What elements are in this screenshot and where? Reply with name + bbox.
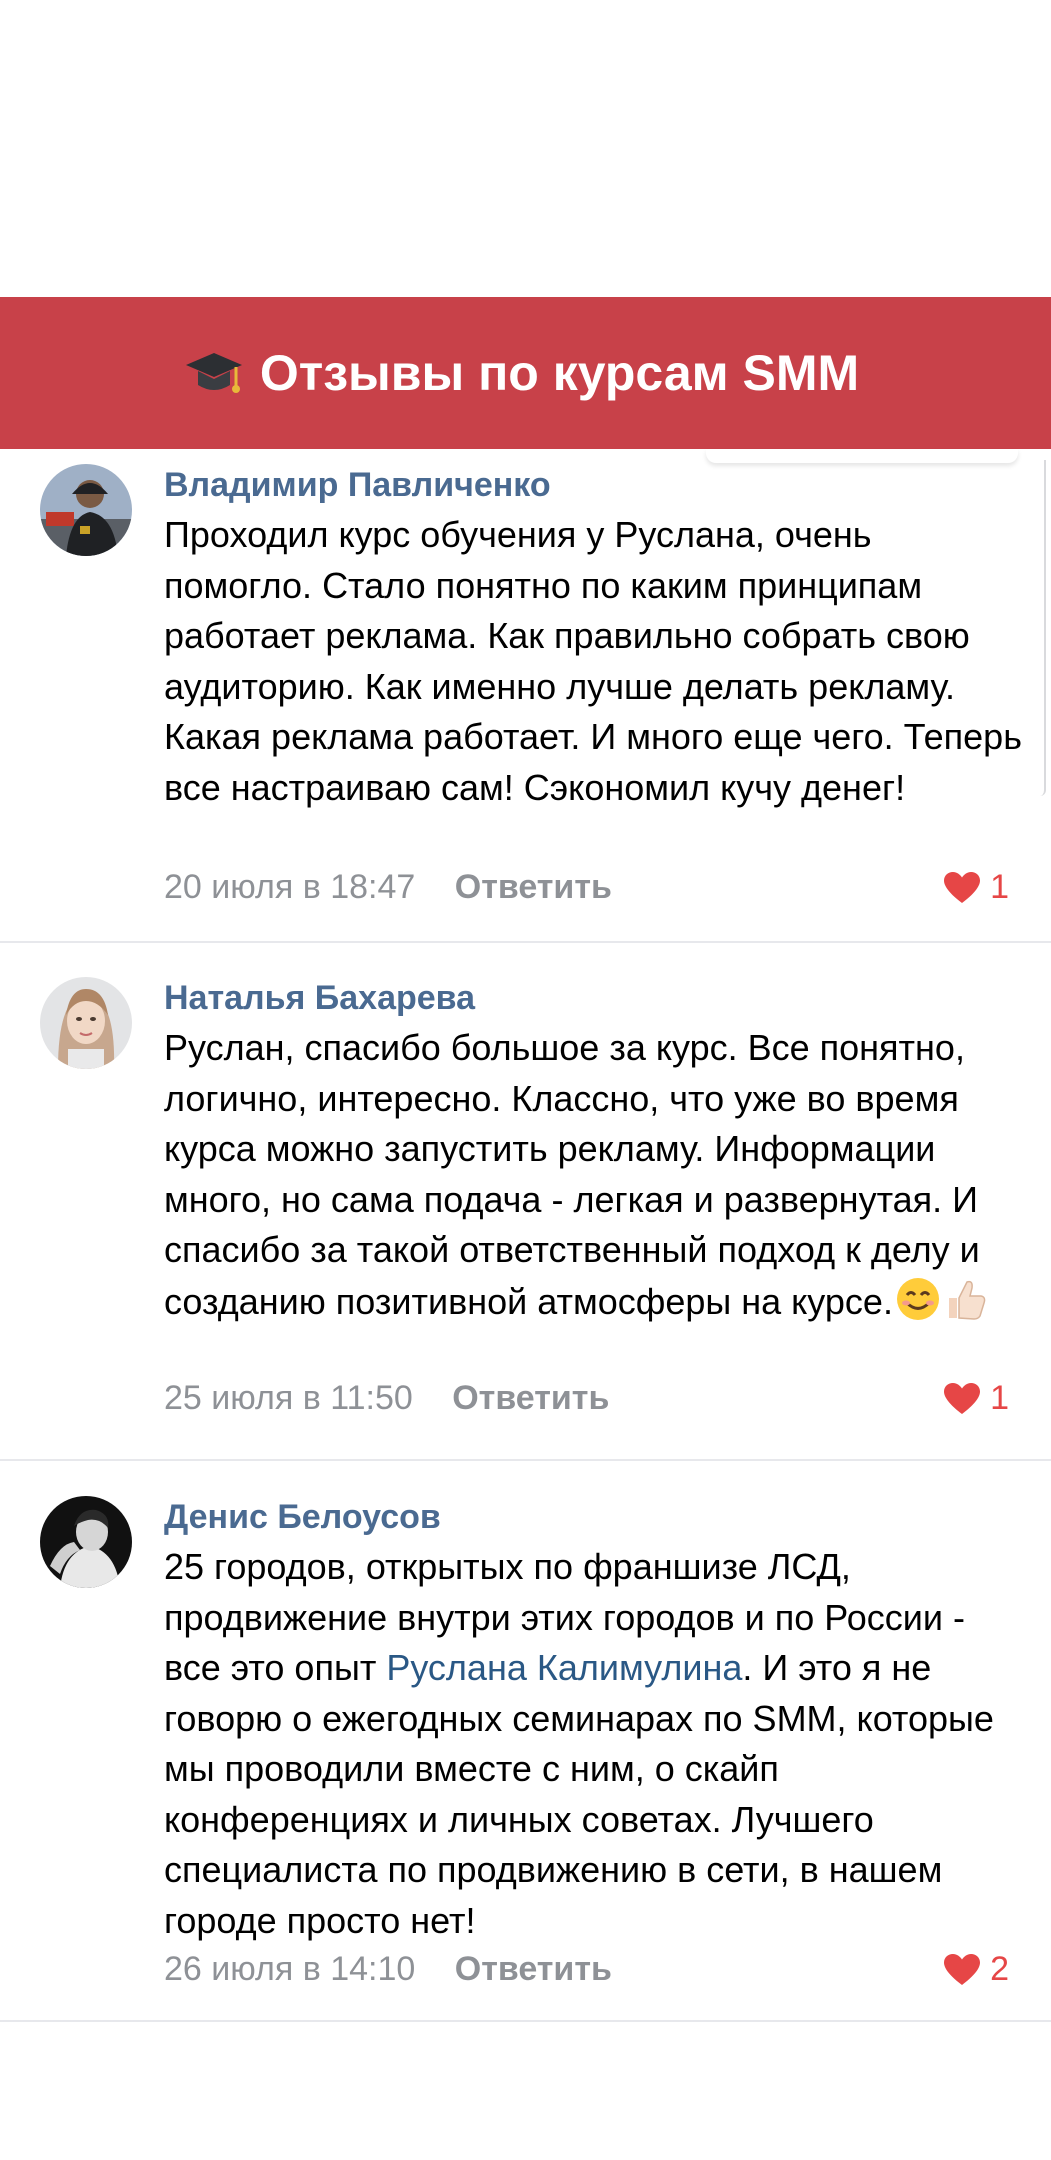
graduation-cap-icon xyxy=(184,343,244,403)
comment-text: 25 городов, открытых по франшизе ЛСД, пр… xyxy=(164,1542,1024,1946)
comment-text-after: . И это я не говорю о ежегодных семинара… xyxy=(164,1647,994,1941)
sticky-header-shadow xyxy=(706,449,1018,463)
comment-date[interactable]: 25 июля в 11:50 xyxy=(164,1379,413,1417)
comment-meta: 20 июля в 18:47 Ответить xyxy=(164,868,612,907)
comment-meta: 26 июля в 14:10 Ответить xyxy=(164,1950,612,1989)
comment-date[interactable]: 26 июля в 14:10 xyxy=(164,1950,415,1988)
reviews-banner: Отзывы по курсам SMM xyxy=(0,297,1051,449)
heart-icon xyxy=(944,1953,981,1985)
mention-link[interactable]: Руслана Калимулина xyxy=(386,1647,742,1688)
like-button[interactable]: 1 xyxy=(944,1379,1009,1418)
avatar[interactable] xyxy=(40,977,132,1069)
scrollbar-edge[interactable] xyxy=(1040,460,1046,796)
like-count: 1 xyxy=(990,1379,1009,1417)
comment-date[interactable]: 20 июля в 18:47 xyxy=(164,868,415,906)
reply-button[interactable]: Ответить xyxy=(452,1379,609,1417)
like-count: 2 xyxy=(990,1950,1009,1988)
comment-meta: 25 июля в 11:50 Ответить xyxy=(164,1379,609,1418)
comment-divider xyxy=(0,941,1051,943)
like-button[interactable]: 2 xyxy=(944,1950,1009,1989)
reply-button[interactable]: Ответить xyxy=(455,868,612,906)
comment-author[interactable]: Денис Белоусов xyxy=(164,1498,441,1537)
comment-divider xyxy=(0,1459,1051,1461)
comment-author[interactable]: Наталья Бахарева xyxy=(164,979,475,1018)
avatar[interactable] xyxy=(40,464,132,556)
comment-text: Проходил курс обучения у Руслана, очень … xyxy=(164,514,1022,808)
banner-title: Отзывы по курсам SMM xyxy=(259,345,860,401)
thumbs-up-icon xyxy=(943,1276,989,1336)
comment-text: Руслан, спасибо большое за курс. Все пон… xyxy=(164,1023,1024,1335)
like-count: 1 xyxy=(990,868,1009,906)
comment-divider xyxy=(0,2020,1051,2022)
comment-author[interactable]: Владимир Павличенко xyxy=(164,466,551,505)
like-button[interactable]: 1 xyxy=(944,868,1009,907)
comment-text-body: Руслан, спасибо большое за курс. Все пон… xyxy=(164,1027,980,1322)
avatar[interactable] xyxy=(40,1496,132,1588)
heart-icon xyxy=(944,1382,981,1414)
heart-icon xyxy=(944,871,981,903)
smiling-face-icon xyxy=(895,1276,941,1336)
reply-button[interactable]: Ответить xyxy=(455,1950,612,1988)
